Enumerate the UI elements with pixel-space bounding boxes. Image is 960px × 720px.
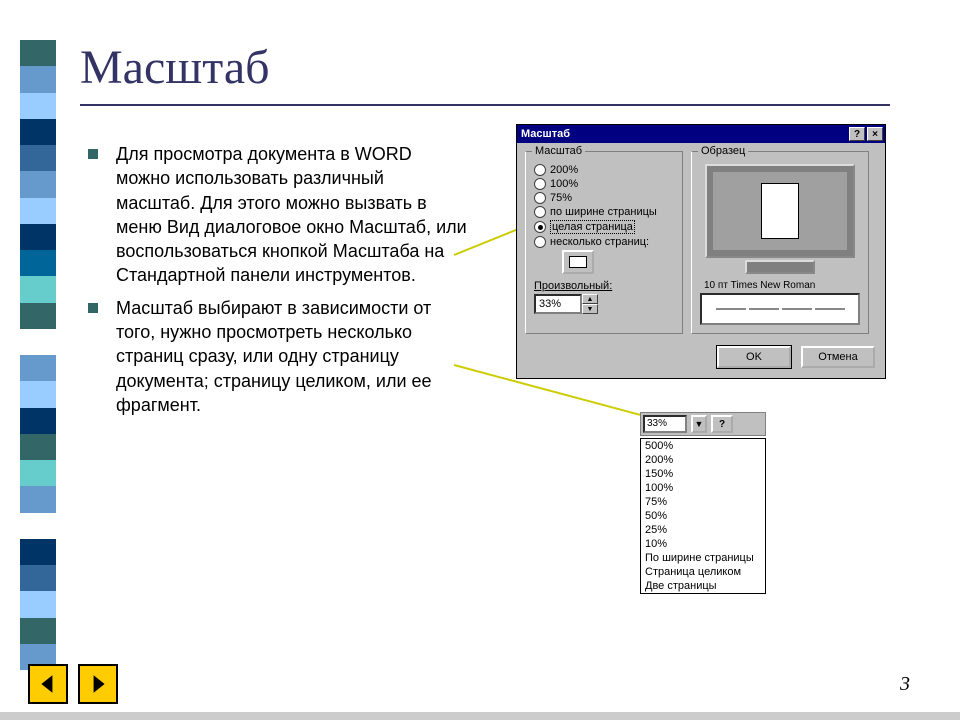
help-icon[interactable]: ? (711, 415, 733, 433)
ok-button[interactable]: OK (717, 346, 791, 368)
title-underline (80, 104, 890, 106)
page-title: Масштаб (80, 40, 270, 95)
bullet-list: Для просмотра документа в WORD можно исп… (88, 142, 468, 425)
radio-page-width[interactable]: по ширине страницы (534, 206, 674, 218)
spin-down-button[interactable]: ▼ (582, 304, 598, 314)
zoom-group: Масштаб 200% 100% 75% по ширине страницы… (525, 151, 683, 334)
radio-multi-pages[interactable]: несколько страниц: (534, 236, 674, 248)
zoom-option[interactable]: 75% (641, 495, 765, 509)
zoom-option[interactable]: 10% (641, 537, 765, 551)
zoom-option[interactable]: 25% (641, 523, 765, 537)
zoom-option[interactable]: 200% (641, 453, 765, 467)
sample-text-box (700, 293, 860, 325)
zoom-option[interactable]: 500% (641, 439, 765, 453)
cancel-button[interactable]: Отмена (801, 346, 875, 368)
zoom-option[interactable]: 150% (641, 467, 765, 481)
custom-zoom-input[interactable]: 33% (534, 294, 582, 314)
close-button[interactable]: × (867, 127, 883, 141)
radio-whole-page[interactable]: целая страница (534, 220, 674, 234)
bottom-strip (0, 712, 960, 720)
zoom-dropdown: 33% ▼ ? 500%200%150%100%75%50%25%10%По ш… (640, 412, 766, 594)
zoom-option-list: 500%200%150%100%75%50%25%10%По ширине ст… (640, 438, 766, 594)
custom-zoom-label: Произвольный: (534, 280, 674, 292)
prev-slide-button[interactable] (28, 664, 68, 704)
zoom-dialog: Масштаб ? × Масштаб 200% 100% 75% по шир… (516, 124, 886, 379)
group-title: Масштаб (532, 145, 585, 157)
zoom-option[interactable]: Две страницы (641, 579, 765, 593)
zoom-option[interactable]: По ширине страницы (641, 551, 765, 565)
arrow-left-icon (37, 673, 59, 695)
zoom-dropdown-button[interactable]: ▼ (691, 415, 707, 433)
next-slide-button[interactable] (78, 664, 118, 704)
multipage-picker-button[interactable] (562, 250, 594, 274)
arrow-right-icon (87, 673, 109, 695)
zoom-option[interactable]: 100% (641, 481, 765, 495)
zoom-field[interactable]: 33% (643, 415, 687, 433)
page-number: 3 (900, 673, 910, 696)
help-button[interactable]: ? (849, 127, 865, 141)
bullet-item: Масштаб выбирают в зависимости от того, … (88, 296, 468, 417)
radio-75[interactable]: 75% (534, 192, 674, 204)
preview-monitor (705, 164, 855, 274)
sample-group: Образец 10 пт Times New Roman (691, 151, 869, 334)
radio-100[interactable]: 100% (534, 178, 674, 190)
zoom-option[interactable]: Страница целиком (641, 565, 765, 579)
group-title: Образец (698, 145, 748, 157)
sample-font-label: 10 пт Times New Roman (704, 280, 860, 291)
dialog-title: Масштаб (521, 128, 570, 140)
decorative-stripe (20, 40, 56, 670)
radio-200[interactable]: 200% (534, 164, 674, 176)
dialog-titlebar: Масштаб ? × (517, 125, 885, 143)
zoom-option[interactable]: 50% (641, 509, 765, 523)
spin-up-button[interactable]: ▲ (582, 294, 598, 304)
bullet-item: Для просмотра документа в WORD можно исп… (88, 142, 468, 288)
